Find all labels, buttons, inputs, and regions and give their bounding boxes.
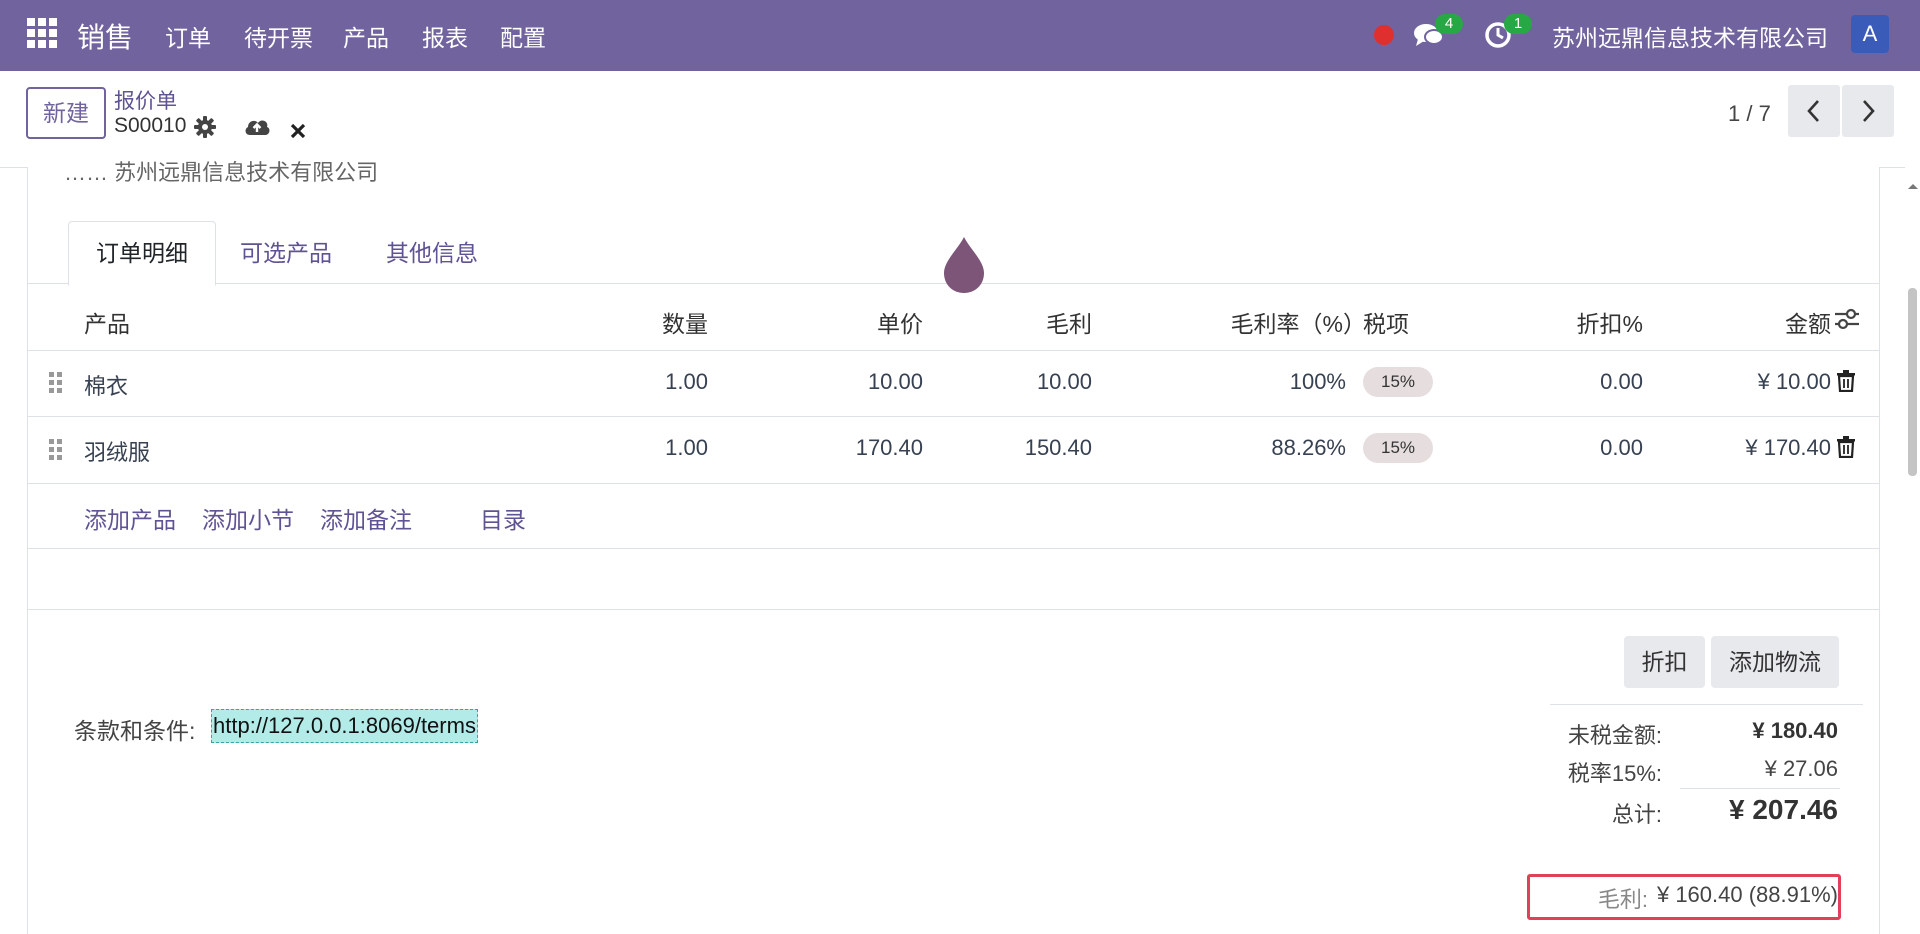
- gear-icon[interactable]: [194, 116, 216, 144]
- menu-to-invoice[interactable]: 待开票: [244, 19, 313, 53]
- line-quantity[interactable]: 1.00: [588, 369, 708, 395]
- pager-previous-button[interactable]: [1788, 85, 1840, 137]
- line-margin-percent: 88.26%: [1271, 435, 1346, 460]
- margin-value: ¥ 160.40 (88.91%): [1656, 882, 1838, 907]
- menu-reporting[interactable]: 报表: [422, 19, 468, 53]
- drag-handle-icon[interactable]: [49, 372, 63, 394]
- form-sheet: …… 苏州远鼎信息技术有限公司 订单明细 可选产品 其他信息 产品 数量 单价 …: [27, 160, 1880, 934]
- row-divider: [28, 416, 1879, 417]
- column-header-margin[interactable]: 毛利: [932, 305, 1092, 339]
- chat-count-badge: 4: [1435, 14, 1463, 34]
- tax-tag[interactable]: 15%: [1363, 367, 1433, 397]
- scroll-up-arrow-icon[interactable]: [1907, 170, 1919, 196]
- row-divider: [28, 609, 1879, 610]
- menu-configuration[interactable]: 配置: [500, 19, 546, 53]
- app-title[interactable]: 销售: [77, 16, 133, 56]
- line-discount[interactable]: 0.00: [1478, 435, 1643, 461]
- company-switcher[interactable]: 苏州远鼎信息技术有限公司: [1552, 19, 1828, 53]
- user-avatar[interactable]: A: [1851, 15, 1889, 53]
- column-header-taxes[interactable]: 税项: [1363, 305, 1409, 339]
- trash-icon[interactable]: [1837, 370, 1855, 398]
- chat-icon[interactable]: 4: [1413, 14, 1463, 50]
- add-product-link[interactable]: 添加产品: [84, 501, 176, 535]
- totals-divider: [1550, 704, 1863, 705]
- new-button[interactable]: 新建: [26, 87, 106, 139]
- line-product[interactable]: 棉衣: [84, 369, 128, 401]
- untaxed-amount-value: ¥ 180.40: [1752, 718, 1838, 743]
- column-header-amount[interactable]: 金额: [1648, 305, 1831, 339]
- tab-other-info[interactable]: 其他信息: [386, 222, 478, 284]
- top-navbar: 销售 订单 待开票 产品 报表 配置 4 1 苏州远鼎信息技术有限公司 A: [0, 0, 1920, 71]
- total-value: ¥ 207.46: [1729, 794, 1838, 825]
- activity-count-badge: 1: [1504, 14, 1532, 34]
- untaxed-amount-label: 未税金额:: [1567, 723, 1662, 748]
- add-section-link[interactable]: 添加小节: [202, 501, 294, 535]
- add-note-link[interactable]: 添加备注: [320, 501, 412, 535]
- row-divider: [28, 483, 1879, 484]
- total-divider: [1680, 788, 1840, 789]
- tab-optional-products[interactable]: 可选产品: [240, 222, 332, 284]
- header-divider: [28, 350, 1879, 351]
- save-cloud-icon[interactable]: [243, 115, 271, 143]
- droplet-icon: [940, 235, 988, 295]
- terms-link[interactable]: http://127.0.0.1:8069/terms: [211, 709, 478, 743]
- pager-value[interactable]: 1 / 7: [1728, 101, 1771, 127]
- line-amount: ¥ 170.40: [1745, 435, 1831, 460]
- column-header-product[interactable]: 产品: [84, 305, 130, 339]
- tax-label: 税率15%:: [1567, 761, 1662, 786]
- apps-menu-icon[interactable]: [27, 18, 57, 48]
- column-header-quantity[interactable]: 数量: [588, 305, 708, 339]
- line-unit-price[interactable]: 170.40: [763, 435, 923, 461]
- discount-button[interactable]: 折扣: [1624, 636, 1705, 688]
- recording-indicator-icon[interactable]: [1374, 25, 1394, 45]
- partial-customer-field: …… 苏州远鼎信息技术有限公司: [64, 160, 379, 185]
- line-margin: 150.40: [1024, 435, 1092, 460]
- scrollbar-track[interactable]: [1905, 167, 1920, 934]
- discard-close-icon[interactable]: [290, 119, 306, 145]
- scrollbar-thumb[interactable]: [1908, 288, 1917, 476]
- optional-columns-sliders-icon[interactable]: [1834, 308, 1860, 336]
- drag-handle-icon[interactable]: [49, 439, 63, 461]
- activity-clock-icon[interactable]: 1: [1484, 14, 1532, 50]
- line-margin: 10.00: [1036, 369, 1092, 394]
- menu-products[interactable]: 产品: [343, 19, 389, 53]
- control-panel: 新建 报价单 S00010 1 / 7: [0, 71, 1920, 168]
- column-header-unit-price[interactable]: 单价: [763, 305, 923, 339]
- pager-next-button[interactable]: [1842, 85, 1894, 137]
- column-header-discount[interactable]: 折扣%: [1478, 305, 1643, 339]
- tab-order-lines[interactable]: 订单明细: [68, 221, 216, 286]
- line-product[interactable]: 羽绒服: [84, 435, 150, 467]
- line-unit-price[interactable]: 10.00: [763, 369, 923, 395]
- breadcrumb-quotations-link[interactable]: 报价单: [114, 85, 177, 115]
- row-divider: [28, 548, 1879, 549]
- line-discount[interactable]: 0.00: [1478, 369, 1643, 395]
- terms-label: 条款和条件:: [74, 718, 196, 744]
- tax-value: ¥ 27.06: [1764, 756, 1838, 781]
- menu-orders[interactable]: 订单: [165, 19, 211, 53]
- line-amount: ¥ 10.00: [1757, 369, 1831, 394]
- breadcrumb-current-record: S00010: [114, 114, 187, 137]
- tax-tag[interactable]: 15%: [1363, 433, 1433, 463]
- line-quantity[interactable]: 1.00: [588, 435, 708, 461]
- add-shipping-button[interactable]: 添加物流: [1711, 636, 1839, 688]
- line-margin-percent: 100%: [1289, 369, 1346, 394]
- catalog-link[interactable]: 目录: [480, 501, 526, 535]
- trash-icon[interactable]: [1837, 436, 1855, 464]
- column-header-margin-percent[interactable]: 毛利率（%）: [1178, 305, 1366, 339]
